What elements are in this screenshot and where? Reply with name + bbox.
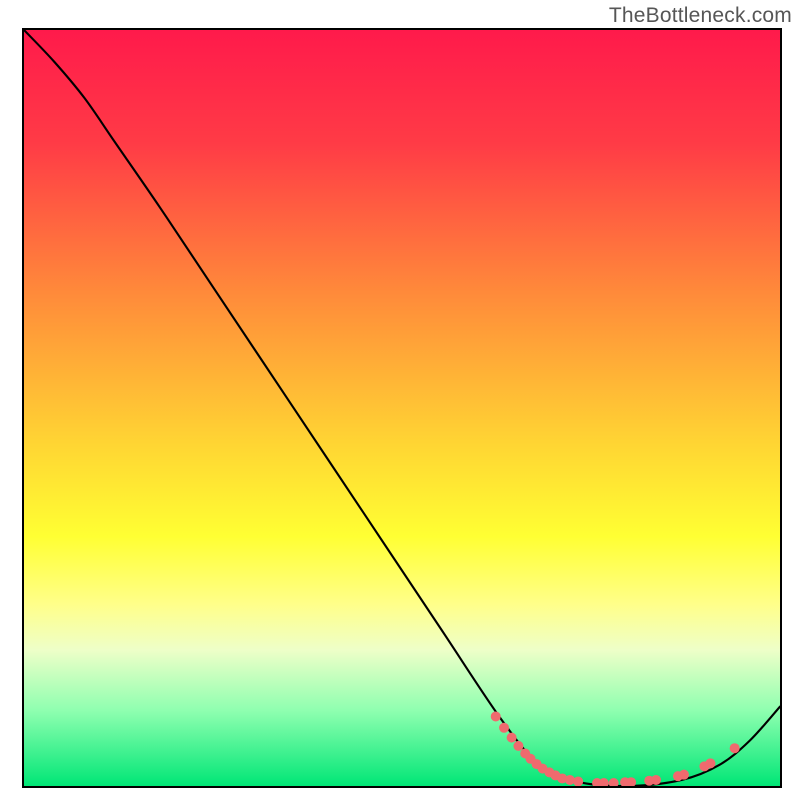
plot-area: [22, 28, 782, 788]
scatter-point: [507, 733, 517, 743]
main-curve: [24, 30, 780, 786]
scatter-point: [730, 743, 740, 753]
scatter-points: [491, 711, 740, 786]
scatter-point: [679, 770, 689, 780]
scatter-point: [609, 778, 619, 786]
watermark-text: TheBottleneck.com: [609, 4, 792, 28]
scatter-point: [651, 775, 661, 785]
scatter-point: [705, 758, 715, 768]
scatter-point: [491, 711, 501, 721]
scatter-point: [499, 723, 509, 733]
scatter-point: [565, 775, 575, 785]
chart-overlay: [24, 30, 780, 786]
scatter-point: [513, 741, 523, 751]
chart-container: TheBottleneck.com: [0, 0, 800, 800]
scatter-point: [599, 778, 609, 786]
scatter-point: [573, 776, 583, 786]
